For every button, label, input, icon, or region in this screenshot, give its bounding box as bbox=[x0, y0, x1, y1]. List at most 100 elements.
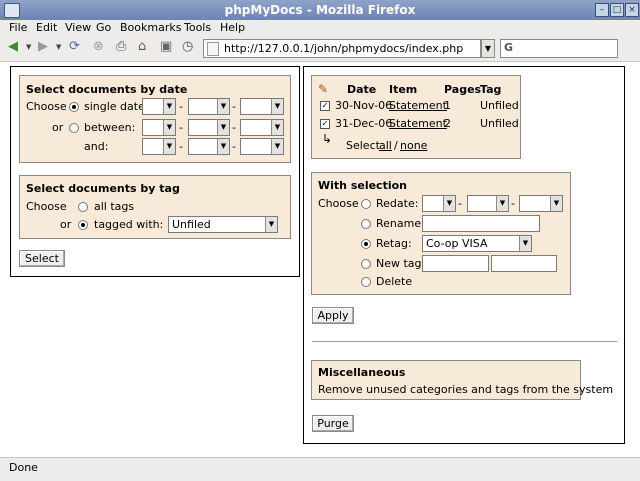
pages-column-header[interactable]: Pages bbox=[444, 83, 481, 96]
to-year-select[interactable]: ▼ bbox=[240, 138, 284, 155]
to-day-select[interactable]: ▼ bbox=[142, 138, 176, 155]
status-text: Done bbox=[9, 461, 38, 474]
between-label: between: bbox=[84, 121, 136, 134]
single-day-select[interactable]: ▼ bbox=[142, 98, 176, 115]
documents-table-box: ✎ Date Item Pages Tag ✓ 30-Nov-06 Statem… bbox=[311, 75, 521, 159]
page-icon bbox=[207, 42, 219, 56]
back-icon[interactable]: ◀ bbox=[8, 40, 18, 54]
from-year-select[interactable]: ▼ bbox=[240, 119, 284, 136]
menu-view[interactable]: View bbox=[65, 21, 91, 34]
stop-icon[interactable]: ⊗ bbox=[93, 40, 104, 54]
menu-file[interactable]: File bbox=[9, 21, 27, 34]
ws-choose-label: Choose bbox=[318, 197, 359, 210]
from-day-select[interactable]: ▼ bbox=[142, 119, 176, 136]
misc-title: Miscellaneous bbox=[318, 366, 406, 379]
url-bar[interactable]: http://127.0.0.1/john/phpmydocs/index.ph… bbox=[203, 39, 481, 58]
row-pages: 2 bbox=[444, 117, 451, 130]
reload-icon[interactable]: ⟳ bbox=[69, 40, 80, 54]
search-input[interactable]: G bbox=[500, 39, 618, 58]
tag-choose-label: Choose bbox=[26, 200, 67, 213]
date-column-header[interactable]: Date bbox=[347, 83, 376, 96]
menu-help[interactable]: Help bbox=[220, 21, 245, 34]
date-selection-box: Select documents by date Choose single d… bbox=[19, 75, 291, 163]
date-separator: - bbox=[232, 100, 236, 113]
tag-select-value: Unfiled bbox=[172, 218, 211, 231]
single-year-select[interactable]: ▼ bbox=[240, 98, 284, 115]
window-title: phpMyDocs - Mozilla Firefox bbox=[224, 3, 416, 17]
retag-radio[interactable] bbox=[361, 239, 371, 249]
close-button[interactable]: × bbox=[625, 3, 639, 17]
date-separator: - bbox=[232, 140, 236, 153]
delete-radio[interactable] bbox=[361, 277, 371, 287]
date-separator: - bbox=[179, 121, 183, 134]
maximize-button[interactable]: □ bbox=[610, 3, 624, 17]
date-box-title: Select documents by date bbox=[26, 83, 188, 96]
right-panel: ✎ Date Item Pages Tag ✓ 30-Nov-06 Statem… bbox=[303, 66, 625, 444]
url-dropdown-button[interactable]: ▼ bbox=[481, 39, 495, 58]
navigation-toolbar: ◀ ▼ ▶ ▼ ⟳ ⊗ ⎙ ⌂ ▣ ◷ http://127.0.0.1/joh… bbox=[0, 34, 640, 62]
new-tag-name-input[interactable] bbox=[491, 255, 557, 272]
and-label: and: bbox=[84, 140, 109, 153]
home-icon[interactable]: ⌂ bbox=[138, 40, 146, 54]
row-tag: Unfiled bbox=[480, 117, 519, 130]
rename-label: Rename: bbox=[376, 217, 425, 230]
row-item-link[interactable]: Statement bbox=[389, 99, 447, 112]
row-tag: Unfiled bbox=[480, 99, 519, 112]
rename-radio[interactable] bbox=[361, 219, 371, 229]
new-tag-radio[interactable] bbox=[361, 259, 371, 269]
purge-button[interactable]: Purge bbox=[312, 415, 354, 432]
from-month-select[interactable]: ▼ bbox=[188, 119, 230, 136]
redate-month-select[interactable]: ▼ bbox=[467, 195, 509, 212]
forward-icon[interactable]: ▶ bbox=[38, 40, 48, 54]
single-date-radio[interactable] bbox=[69, 102, 79, 112]
date-choose-label: Choose bbox=[26, 100, 67, 113]
left-panel: Select documents by date Choose single d… bbox=[10, 66, 300, 277]
divider bbox=[312, 341, 617, 342]
menu-bookmarks[interactable]: Bookmarks bbox=[120, 21, 181, 34]
single-date-label: single date: bbox=[84, 100, 149, 113]
tagged-with-radio[interactable] bbox=[78, 220, 88, 230]
minimize-button[interactable]: – bbox=[595, 3, 609, 17]
redate-radio[interactable] bbox=[361, 199, 371, 209]
tag-select[interactable]: Unfiled ▼ bbox=[168, 216, 278, 233]
back-dropdown-icon[interactable]: ▼ bbox=[26, 40, 31, 54]
bookmark-icon[interactable]: ▣ bbox=[160, 40, 172, 54]
all-tags-label: all tags bbox=[94, 200, 135, 213]
row-item-link[interactable]: Statement bbox=[389, 117, 447, 130]
row-checkbox[interactable]: ✓ bbox=[320, 101, 330, 111]
select-none-link[interactable]: none bbox=[400, 139, 427, 152]
date-separator: - bbox=[458, 197, 462, 210]
row-checkbox[interactable]: ✓ bbox=[320, 119, 330, 129]
date-or-label: or bbox=[52, 121, 64, 134]
print-icon[interactable]: ⎙ bbox=[116, 40, 126, 54]
select-arrow-icon: ↳ bbox=[322, 132, 333, 146]
retag-select[interactable]: Co-op VISA ▼ bbox=[422, 235, 532, 252]
menu-edit[interactable]: Edit bbox=[36, 21, 57, 34]
row-date: 30-Nov-06 bbox=[335, 99, 393, 112]
redate-year-select[interactable]: ▼ bbox=[519, 195, 563, 212]
search-engine-icon[interactable]: G bbox=[504, 41, 513, 54]
menu-go[interactable]: Go bbox=[96, 21, 111, 34]
redate-day-select[interactable]: ▼ bbox=[422, 195, 456, 212]
item-column-header[interactable]: Item bbox=[389, 83, 417, 96]
single-month-select[interactable]: ▼ bbox=[188, 98, 230, 115]
to-month-select[interactable]: ▼ bbox=[188, 138, 230, 155]
forward-dropdown-icon[interactable]: ▼ bbox=[56, 40, 61, 54]
all-tags-radio[interactable] bbox=[78, 202, 88, 212]
row-pages: 1 bbox=[444, 99, 451, 112]
menu-tools[interactable]: Tools bbox=[184, 21, 211, 34]
between-radio[interactable] bbox=[69, 123, 79, 133]
tag-or-label: or bbox=[60, 218, 72, 231]
delete-label: Delete bbox=[376, 275, 413, 288]
tag-column-header[interactable]: Tag bbox=[480, 83, 501, 96]
status-bar: Done bbox=[0, 457, 640, 481]
rename-input[interactable] bbox=[422, 215, 540, 232]
select-button[interactable]: Select bbox=[19, 250, 65, 267]
new-tag-label: New tag: bbox=[376, 257, 426, 270]
history-icon[interactable]: ◷ bbox=[182, 40, 193, 54]
date-separator: - bbox=[179, 140, 183, 153]
tagged-with-label: tagged with: bbox=[94, 218, 164, 231]
new-tag-category-input[interactable] bbox=[422, 255, 489, 272]
apply-button[interactable]: Apply bbox=[312, 307, 354, 324]
select-all-link[interactable]: all bbox=[379, 139, 392, 152]
